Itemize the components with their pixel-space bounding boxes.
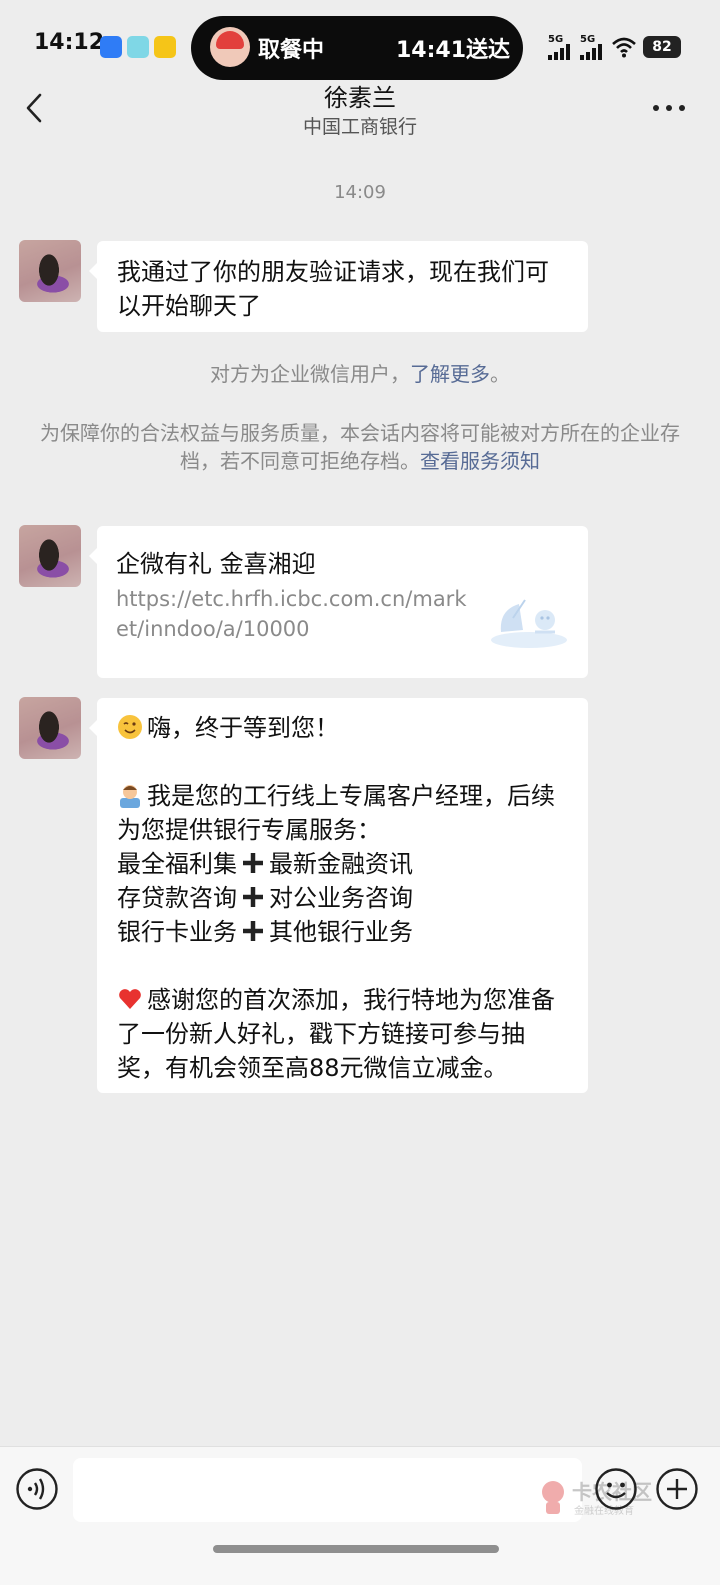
system-notice-end: 。 [490, 362, 510, 386]
app-notification-icon [154, 36, 176, 58]
battery-icon: 82 [643, 36, 681, 58]
link-thumbnail-icon [491, 599, 567, 648]
app-notification-icon [100, 36, 122, 58]
wink-emoji-icon [118, 715, 142, 739]
service-terms-link[interactable]: 查看服务须知 [420, 449, 540, 473]
red-heart-emoji-icon [119, 989, 141, 1009]
home-indicator[interactable] [213, 1545, 499, 1553]
service-row: 最全福利集 最新金融资讯 [117, 847, 570, 881]
more-functions-icon[interactable] [655, 1467, 699, 1511]
link-card-title: 企微有礼 金喜湘迎 [116, 550, 316, 578]
more-options-icon[interactable] [652, 104, 686, 112]
message-bubble[interactable]: 嗨，终于等到您！ 我是您的工行线上专属客户经理，后续为您提供银行专属服务： 最全… [89, 698, 588, 1093]
gift-text: 感谢您的首次添加，我行特地为您准备了一份新人好礼，戳下方链接可参与抽奖，有机会领… [117, 986, 555, 1082]
message-line: 感谢您的首次添加，我行特地为您准备了一份新人好礼，戳下方链接可参与抽奖，有机会领… [117, 983, 570, 1085]
contact-organization: 中国工商银行 [302, 116, 417, 138]
office-worker-emoji-icon [120, 785, 140, 808]
service-row: 银行卡业务 其他银行业务 [117, 915, 570, 949]
signal-icon [548, 44, 572, 60]
plus-emoji-icon [243, 853, 263, 873]
link-card-url: https://etc.hrfh.icbc.com.cn/market/innd… [116, 587, 467, 641]
signal-icon [580, 44, 604, 60]
emoji-picker-icon[interactable] [594, 1467, 638, 1511]
service-item: 最全福利集 [117, 850, 237, 878]
system-notice-text: 对方为企业微信用户， [210, 362, 410, 386]
plus-emoji-icon [243, 887, 263, 907]
intro-text: 我是您的工行线上专属客户经理，后续为您提供银行专属服务： [117, 782, 555, 844]
service-item: 对公业务咨询 [269, 884, 413, 912]
plus-emoji-icon [243, 921, 263, 941]
message-line: 我是您的工行线上专属客户经理，后续为您提供银行专属服务： [117, 779, 570, 847]
service-item: 存贷款咨询 [117, 884, 237, 912]
message-text: 我通过了你的朋友验证请求，现在我们可以开始聊天了 [117, 258, 549, 320]
delivery-status: 取餐中 [258, 38, 325, 63]
greeting-text: 嗨，终于等到您！ [147, 714, 339, 742]
service-item: 银行卡业务 [117, 918, 237, 946]
contact-avatar[interactable] [19, 697, 81, 759]
service-item: 其他银行业务 [269, 918, 413, 946]
status-time: 14:12 [34, 30, 105, 55]
system-notice-enterprise: 对方为企业微信用户，了解更多。 [40, 360, 680, 388]
learn-more-link[interactable]: 了解更多 [410, 362, 490, 386]
app-notification-icon [127, 36, 149, 58]
wifi-icon [612, 37, 636, 58]
service-item: 最新金融资讯 [269, 850, 413, 878]
contact-avatar[interactable] [19, 525, 81, 587]
delivery-eta: 14:41送达 [396, 38, 511, 63]
message-line: 嗨，终于等到您！ [117, 711, 570, 745]
delivery-rider-icon [210, 27, 250, 67]
system-notice-archive: 为保障你的合法权益与服务质量，本会话内容将可能被对方所在的企业存档，若不同意可拒… [40, 419, 680, 475]
system-notice-text: 为保障你的合法权益与服务质量，本会话内容将可能被对方所在的企业存档，若不同意可拒… [40, 421, 680, 473]
link-card[interactable]: 企微有礼 金喜湘迎 https://etc.hrfh.icbc.com.cn/m… [89, 526, 588, 678]
message-timestamp: 14:09 [334, 182, 386, 203]
contact-name: 徐素兰 [324, 84, 396, 112]
message-text: 嗨，终于等到您！ 我是您的工行线上专属客户经理，后续为您提供银行专属服务： 最全… [117, 711, 570, 1085]
message-bubble[interactable]: 我通过了你的朋友验证请求，现在我们可以开始聊天了 [89, 241, 588, 332]
service-row: 存贷款咨询 对公业务咨询 [117, 881, 570, 915]
contact-avatar[interactable] [19, 240, 81, 302]
message-input[interactable] [73, 1458, 582, 1522]
voice-input-icon[interactable] [15, 1467, 59, 1511]
